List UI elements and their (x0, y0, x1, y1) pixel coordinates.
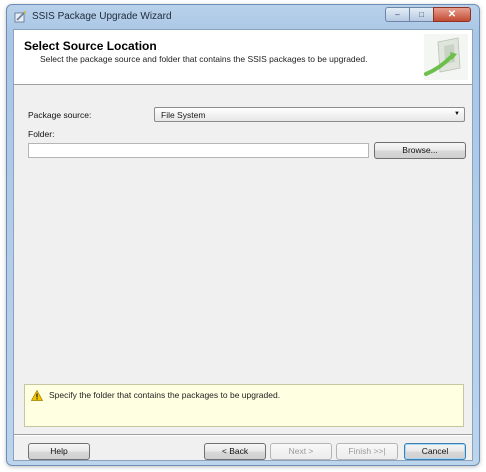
wizard-window: SSIS Package Upgrade Wizard – □ ✕ Select… (6, 4, 480, 466)
warning-icon (31, 390, 43, 401)
wizard-banner-icon (424, 34, 468, 80)
package-source-value: File System (161, 110, 206, 120)
wizard-client-area: Select Source Location Select the packag… (13, 29, 473, 461)
footer-divider (14, 434, 472, 436)
status-message-panel: Specify the folder that contains the pac… (24, 384, 464, 427)
minimize-button[interactable]: – (385, 7, 409, 22)
status-message-text: Specify the folder that contains the pac… (49, 390, 281, 400)
finish-button[interactable]: Finish >>| (336, 443, 398, 460)
minimize-icon: – (395, 10, 400, 19)
package-source-dropdown[interactable]: File System ▼ (154, 107, 465, 122)
page-title: Select Source Location (24, 39, 157, 53)
folder-input[interactable] (28, 143, 369, 158)
cancel-button[interactable]: Cancel (404, 443, 466, 460)
maximize-icon: □ (419, 10, 424, 19)
maximize-button[interactable]: □ (409, 7, 433, 22)
page-subtitle: Select the package source and folder tha… (40, 54, 368, 64)
next-button[interactable]: Next > (270, 443, 332, 460)
wizard-header: Select Source Location Select the packag… (14, 30, 472, 85)
dropdown-arrow-icon: ▼ (454, 111, 460, 117)
browse-button[interactable]: Browse... (374, 142, 466, 159)
close-button[interactable]: ✕ (433, 7, 471, 22)
package-source-label: Package source: (28, 110, 92, 120)
window-title: SSIS Package Upgrade Wizard (32, 11, 172, 22)
wizard-app-icon (14, 11, 27, 23)
window-controls: – □ ✕ (385, 7, 471, 23)
help-button[interactable]: Help (28, 443, 90, 460)
back-button[interactable]: < Back (204, 443, 266, 460)
title-bar[interactable]: SSIS Package Upgrade Wizard – □ ✕ (7, 5, 479, 29)
folder-label: Folder: (28, 129, 55, 139)
close-icon: ✕ (447, 9, 457, 20)
